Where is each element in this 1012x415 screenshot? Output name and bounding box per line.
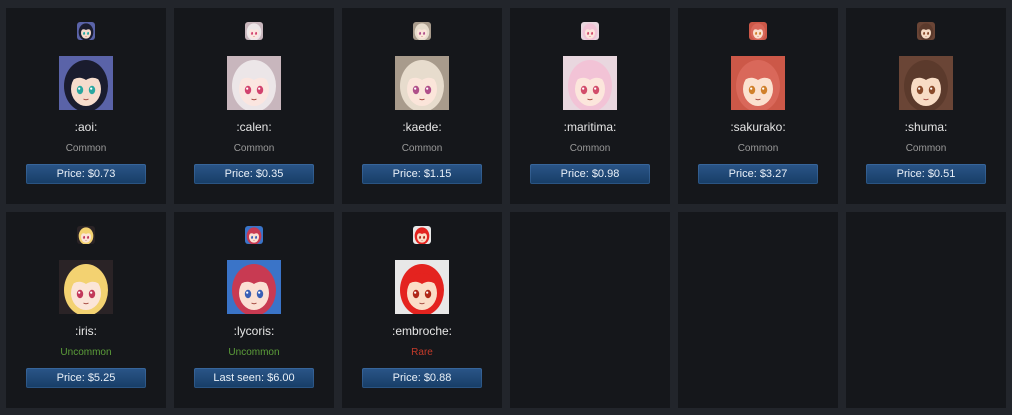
emoticon-preview-icon xyxy=(581,22,599,40)
emoticon-card[interactable]: :lycoris: Uncommon Last seen: $6.00 xyxy=(174,212,334,408)
rarity-label: Common xyxy=(401,143,443,154)
emoticon-name: :aoi: xyxy=(74,120,98,134)
price-button[interactable]: Price: $5.25 xyxy=(26,368,146,388)
emoticon-card[interactable]: :shuma: Common Price: $0.51 xyxy=(846,8,1006,204)
emoticon-preview-icon xyxy=(413,22,431,40)
rarity-label: Common xyxy=(233,143,275,154)
emoticon-preview-icon xyxy=(413,226,431,244)
character-avatar-image[interactable] xyxy=(899,56,953,110)
empty-slot xyxy=(846,212,1006,408)
character-avatar-image[interactable] xyxy=(59,260,113,314)
emoticon-card[interactable]: :maritima: Common Price: $0.98 xyxy=(510,8,670,204)
emoticon-grid: :aoi: Common Price: $0.73 :calen: Common Pric… xyxy=(6,8,1006,408)
emoticon-preview-icon xyxy=(245,226,263,244)
price-button[interactable]: Price: $0.35 xyxy=(194,164,314,184)
price-button[interactable]: Price: $1.15 xyxy=(362,164,482,184)
emoticon-card[interactable]: :sakurako: Common Price: $3.27 xyxy=(678,8,838,204)
rarity-label: Common xyxy=(65,143,107,154)
emoticon-name: :iris: xyxy=(75,324,97,338)
price-button[interactable]: Price: $0.88 xyxy=(362,368,482,388)
price-button[interactable]: Price: $0.73 xyxy=(26,164,146,184)
empty-slot xyxy=(678,212,838,408)
price-button[interactable]: Price: $0.51 xyxy=(866,164,986,184)
emoticon-name: :kaede: xyxy=(402,120,442,134)
emoticon-preview-icon xyxy=(245,22,263,40)
character-avatar-image[interactable] xyxy=(59,56,113,110)
emoticon-card[interactable]: :embroche: Rare Price: $0.88 xyxy=(342,212,502,408)
rarity-label: Common xyxy=(569,143,611,154)
character-avatar-image[interactable] xyxy=(563,56,617,110)
emoticon-card[interactable]: :kaede: Common Price: $1.15 xyxy=(342,8,502,204)
rarity-label: Uncommon xyxy=(228,347,280,358)
character-avatar-image[interactable] xyxy=(395,56,449,110)
emoticon-card[interactable]: :iris: Uncommon Price: $5.25 xyxy=(6,212,166,408)
emoticon-name: :maritima: xyxy=(563,120,617,134)
emoticon-name: :shuma: xyxy=(904,120,948,134)
emoticon-name: :embroche: xyxy=(391,324,453,338)
price-button[interactable]: Price: $0.98 xyxy=(530,164,650,184)
emoticon-name: :lycoris: xyxy=(233,324,275,338)
empty-slot xyxy=(510,212,670,408)
character-avatar-image[interactable] xyxy=(227,260,281,314)
character-avatar-image[interactable] xyxy=(227,56,281,110)
emoticon-preview-icon xyxy=(917,22,935,40)
price-button[interactable]: Last seen: $6.00 xyxy=(194,368,314,388)
emoticon-card[interactable]: :calen: Common Price: $0.35 xyxy=(174,8,334,204)
rarity-label: Rare xyxy=(411,347,433,358)
emoticon-card[interactable]: :aoi: Common Price: $0.73 xyxy=(6,8,166,204)
rarity-label: Uncommon xyxy=(60,347,112,358)
emoticon-preview-icon xyxy=(77,226,95,244)
emoticon-preview-icon xyxy=(77,22,95,40)
character-avatar-image[interactable] xyxy=(395,260,449,314)
price-button[interactable]: Price: $3.27 xyxy=(698,164,818,184)
character-avatar-image[interactable] xyxy=(731,56,785,110)
emoticon-preview-icon xyxy=(749,22,767,40)
emoticon-name: :calen: xyxy=(236,120,272,134)
rarity-label: Common xyxy=(905,143,947,154)
emoticon-name: :sakurako: xyxy=(730,120,786,134)
rarity-label: Common xyxy=(737,143,779,154)
